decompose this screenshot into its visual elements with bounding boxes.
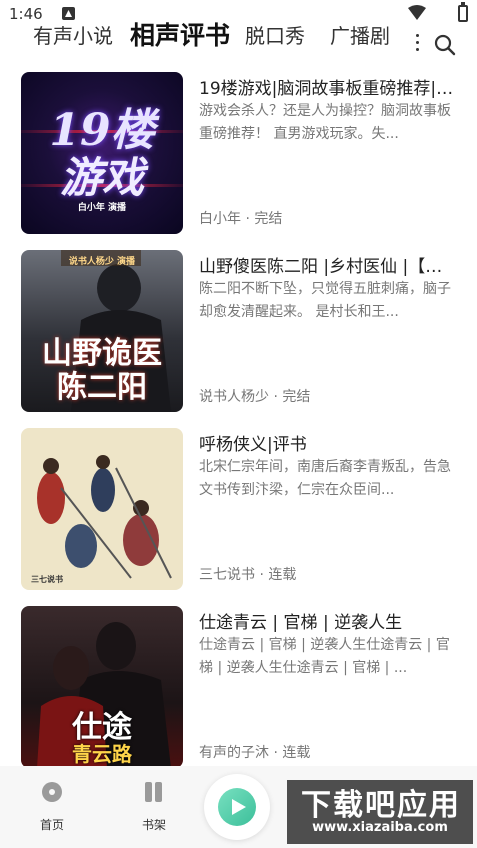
album-title: 19楼游戏|脑洞故事板重磅推荐|直男游戏玩家 bbox=[199, 79, 459, 99]
nav-home-label: 首页 bbox=[39, 818, 64, 832]
tab-talk-show[interactable]: 脱口秀 bbox=[245, 20, 305, 49]
album-cover: 19楼 游戏 白小年 演播 bbox=[21, 72, 183, 234]
category-tabs: 有声小说 相声评书 脱口秀 广播剧 bbox=[0, 14, 477, 57]
album-meta: 三七说书 · 连载 bbox=[199, 567, 297, 583]
list-item[interactable]: 19楼 游戏 白小年 演播 19楼游戏|脑洞故事板重磅推荐|直男游戏玩家 游戏会… bbox=[0, 70, 477, 234]
now-playing-button[interactable] bbox=[204, 774, 270, 840]
album-cover: 说书人杨少 演播 山野诡医 陈二阳 bbox=[21, 250, 183, 412]
cover-credit: 白小年 演播 bbox=[77, 203, 127, 213]
play-icon bbox=[218, 788, 256, 826]
cover-credit: 三七说书 bbox=[31, 574, 63, 584]
cover-painting-art bbox=[37, 455, 172, 579]
album-description: 仕途青云 | 官梯 | 逆袭人生仕途青云 | 官梯 | 逆袭人生仕途青云 | 官… bbox=[199, 637, 450, 676]
list-item[interactable]: 仕途 青云路 仕途青云 | 官梯 | 逆袭人生 仕途青云 | 官梯 | 逆袭人生… bbox=[0, 604, 477, 768]
search-icon[interactable] bbox=[433, 33, 457, 57]
tab-radio-drama[interactable]: 广播剧 bbox=[330, 20, 390, 49]
more-categories-icon[interactable] bbox=[412, 34, 422, 56]
cover-credit: 说书人杨少 演播 bbox=[68, 257, 136, 267]
album-description: 陈二阳不断下坠，只觉得五脏刺痛，脑子却愈发清醒起来。 是村长和王... bbox=[199, 281, 451, 320]
bookshelf-icon bbox=[145, 782, 162, 802]
nav-bookshelf-label: 书架 bbox=[141, 818, 166, 832]
tab-audio-novel[interactable]: 有声小说 bbox=[33, 20, 113, 49]
album-title: 仕途青云 | 官梯 | 逆袭人生 bbox=[199, 613, 403, 633]
album-meta: 说书人杨少 · 完结 bbox=[199, 389, 311, 405]
tab-crosstalk-storytelling[interactable]: 相声评书 bbox=[130, 16, 230, 52]
disc-icon bbox=[42, 782, 62, 802]
cover-title-line2: 陈二阳 bbox=[57, 370, 147, 405]
cover-title-line2: 青云路 bbox=[72, 742, 132, 766]
album-meta: 白小年 · 完结 bbox=[199, 211, 283, 227]
album-meta: 有声的子沐 · 连载 bbox=[199, 745, 311, 761]
nav-home[interactable]: 首页 bbox=[22, 780, 82, 833]
album-description: 北宋仁宗年间，南唐后裔李青叛乱，告急文书传到汴梁，仁宗在众臣间... bbox=[199, 459, 451, 498]
album-cover: 仕途 青云路 bbox=[21, 606, 183, 768]
watermark-url: www.xiazaiba.com bbox=[312, 820, 448, 835]
watermark-text: 下载吧应用 bbox=[301, 788, 461, 823]
list-item[interactable]: 说书人杨少 演播 山野诡医 陈二阳 山野傻医陈二阳 |乡村医仙 |【精品 陈二阳… bbox=[0, 248, 477, 412]
album-cover: 三七说书 bbox=[21, 428, 183, 590]
watermark-logo: 下载吧应用 www.xiazaiba.com bbox=[287, 780, 473, 844]
list-item[interactable]: 三七说书 呼杨侠义|评书 北宋仁宗年间，南唐后裔李青叛乱，告急文书传到汴梁，仁宗… bbox=[0, 426, 477, 590]
album-title: 山野傻医陈二阳 |乡村医仙 |【精品 bbox=[199, 257, 459, 277]
album-description: 游戏会杀人？还是人为操控？脑洞故事板重磅推荐！ 直男游戏玩家。失... bbox=[199, 103, 451, 142]
album-title: 呼杨侠义|评书 bbox=[199, 435, 307, 455]
nav-bookshelf[interactable]: 书架 bbox=[124, 780, 184, 833]
cover-title-line2: 游戏 bbox=[59, 153, 144, 202]
